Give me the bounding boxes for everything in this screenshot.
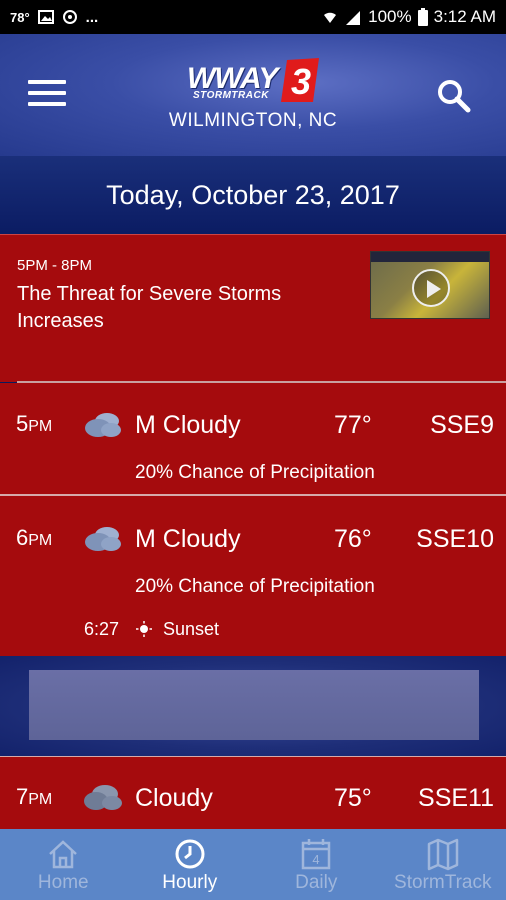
date-label: Today, October 23, 2017 [106,179,400,210]
location-label: WILMINGTON, NC [168,110,338,131]
hour-temperature: 76° [334,525,372,553]
battery-icon [417,8,428,26]
status-time: 3:12 AM [433,7,496,26]
hour-time: 6PM [16,525,53,550]
hour-temperature: 77° [334,411,372,439]
story-time-range: 5PM - 8PM [17,257,93,274]
story-title: The Threat for Severe Storms Increases [17,283,282,332]
ad-banner-area [0,656,506,756]
hour-condition: M Cloudy [135,525,241,553]
sunset-time: 6:27 [84,619,120,639]
hour-row[interactable]: 6PM M Cloudy 76° SSE10 20% Chance of Pre… [0,496,506,656]
app-header: WWAY STORMTRACK 3 WILMINGTON, NC [0,34,506,156]
hour-wind: SSE10 [416,525,494,553]
bottom-navigation: Home Hourly 4 Daily StormTrack [0,829,506,900]
video-thumbnail[interactable] [370,251,490,319]
wifi-icon [324,12,337,23]
hour-time: 7PM [16,784,53,809]
nav-daily[interactable]: 4 Daily [253,829,380,900]
image-icon [37,10,54,24]
logo-subtitle: STORMTRACK [193,90,269,101]
home-icon [49,840,78,869]
cloudy-icon [84,785,122,810]
battery-percent: 100% [368,7,412,26]
hour-time: 5PM [16,411,53,436]
sunset-icon [136,621,152,637]
nav-home[interactable]: Home [0,829,127,900]
nav-daily-label: Daily [295,872,338,893]
hour-wind: SSE9 [430,411,494,439]
hour-precip-chance: 20% Chance of Precipitation [135,576,375,597]
svg-text:3: 3 [291,61,311,102]
status-more: ... [85,8,99,26]
nav-stormtrack-label: StormTrack [394,872,492,893]
menu-icon [28,80,66,84]
hour-temperature: 75° [334,784,372,812]
partly-cloudy-icon [85,527,121,551]
story-card[interactable]: 5PM - 8PM The Threat for Severe Storms I… [0,234,506,382]
station-logo: WWAY STORMTRACK 3 [185,58,325,104]
nav-hourly[interactable]: Hourly [127,829,254,900]
partly-cloudy-icon [85,413,121,437]
nav-home-label: Home [37,872,89,893]
search-button[interactable] [436,78,472,114]
status-temperature: 78° [10,9,30,25]
nav-stormtrack[interactable]: StormTrack [380,829,506,900]
play-icon[interactable] [412,269,450,307]
hour-row[interactable]: 7PM Cloudy 75° SSE11 [0,756,506,829]
ad-placeholder[interactable] [29,670,479,740]
hour-condition: M Cloudy [135,411,241,439]
menu-button[interactable] [28,80,66,110]
hourly-list: 5PM M Cloudy 77° SSE9 20% Chance of Prec… [0,383,506,656]
signal-icon [346,11,361,25]
hour-row[interactable]: 5PM M Cloudy 77° SSE9 20% Chance of Prec… [0,383,506,495]
hour-condition: Cloudy [135,784,213,812]
nav-hourly-label: Hourly [162,872,218,893]
logo-number-badge: 3 [281,58,319,102]
calendar-icon: 4 [302,839,331,870]
search-icon [438,80,471,113]
hour-wind: SSE11 [418,784,494,812]
sunset-label: Sunset [163,619,220,639]
clock-icon [175,839,205,869]
svg-text:4: 4 [313,852,320,867]
map-icon [427,838,458,871]
status-bar: 78° ... 100% 3:12 AM [0,0,506,34]
sync-icon [62,10,77,24]
date-header: Today, October 23, 2017 [0,156,506,234]
hour-precip-chance: 20% Chance of Precipitation [135,462,375,483]
